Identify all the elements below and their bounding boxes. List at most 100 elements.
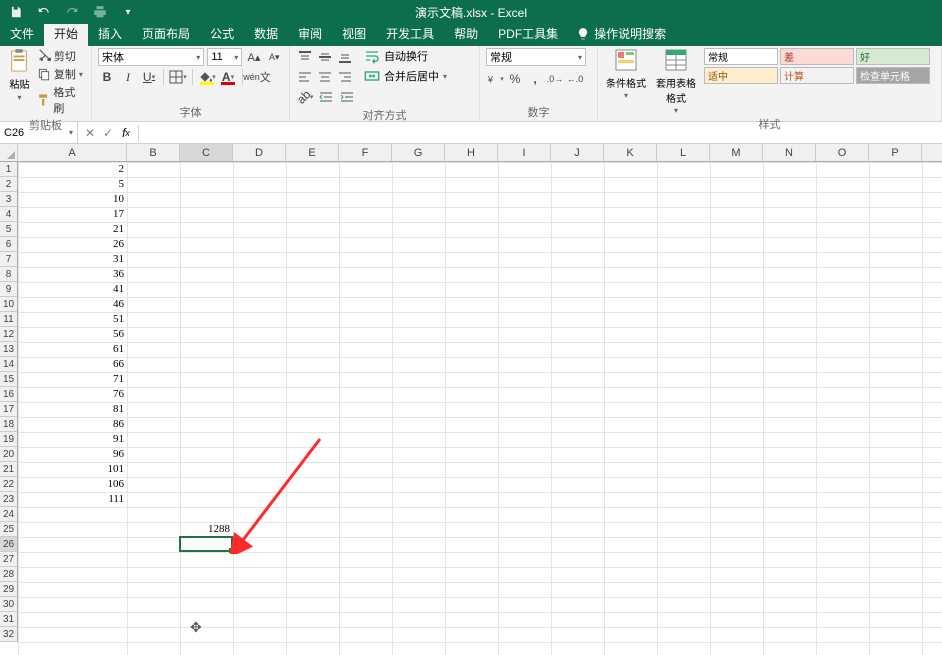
tab-formulas[interactable]: 公式 xyxy=(200,21,244,46)
align-top-button[interactable] xyxy=(296,48,314,66)
row-header-10[interactable]: 10 xyxy=(0,297,17,312)
col-header-B[interactable]: B xyxy=(127,144,180,161)
align-left-button[interactable] xyxy=(296,68,314,86)
merge-center-button[interactable]: 合并后居中▾ xyxy=(364,68,447,84)
row-header-15[interactable]: 15 xyxy=(0,372,17,387)
style-normal[interactable]: 常规 xyxy=(704,48,778,65)
row-header-7[interactable]: 7 xyxy=(0,252,17,267)
row-header-18[interactable]: 18 xyxy=(0,417,17,432)
row-header-20[interactable]: 20 xyxy=(0,447,17,462)
increase-decimal-button[interactable]: .0→ xyxy=(546,70,564,88)
tab-pdf[interactable]: PDF工具集 xyxy=(488,21,568,46)
tab-dev[interactable]: 开发工具 xyxy=(376,21,444,46)
cell-A5[interactable]: 21 xyxy=(18,222,127,237)
row-header-31[interactable]: 31 xyxy=(0,612,17,627)
tab-help[interactable]: 帮助 xyxy=(444,21,488,46)
orientation-button[interactable]: ab▾ xyxy=(296,88,314,106)
align-right-button[interactable] xyxy=(336,68,354,86)
style-check[interactable]: 检查单元格 xyxy=(856,67,930,84)
conditional-format-button[interactable]: 条件格式▾ xyxy=(604,48,648,100)
row-header-11[interactable]: 11 xyxy=(0,312,17,327)
cells-area[interactable]: 2510172126313641465156616671768186919610… xyxy=(18,162,942,655)
undo-button[interactable] xyxy=(34,2,54,22)
row-header-3[interactable]: 3 xyxy=(0,192,17,207)
cell-A4[interactable]: 17 xyxy=(18,207,127,222)
style-good[interactable]: 好 xyxy=(856,48,930,65)
cell-A3[interactable]: 10 xyxy=(18,192,127,207)
row-header-2[interactable]: 2 xyxy=(0,177,17,192)
row-header-4[interactable]: 4 xyxy=(0,207,17,222)
select-all-corner[interactable] xyxy=(0,144,18,162)
col-header-P[interactable]: P xyxy=(869,144,922,161)
align-center-button[interactable] xyxy=(316,68,334,86)
row-header-9[interactable]: 9 xyxy=(0,282,17,297)
row-header-26[interactable]: 26 xyxy=(0,537,17,552)
row-header-17[interactable]: 17 xyxy=(0,402,17,417)
currency-button[interactable]: ¥▾ xyxy=(486,70,504,88)
cell-A7[interactable]: 31 xyxy=(18,252,127,267)
row-header-23[interactable]: 23 xyxy=(0,492,17,507)
enter-formula-button[interactable]: ✓ xyxy=(100,125,116,141)
style-bad[interactable]: 差 xyxy=(780,48,854,65)
cell-A9[interactable]: 41 xyxy=(18,282,127,297)
col-header-N[interactable]: N xyxy=(763,144,816,161)
copy-button[interactable]: 复制▾ xyxy=(37,66,85,82)
cell-A20[interactable]: 96 xyxy=(18,447,127,462)
row-header-32[interactable]: 32 xyxy=(0,627,17,642)
cell-A23[interactable]: 111 xyxy=(18,492,127,507)
spreadsheet-grid[interactable]: ABCDEFGHIJKLMNOP 12345678910111213141516… xyxy=(0,144,942,655)
col-header-K[interactable]: K xyxy=(604,144,657,161)
cell-A22[interactable]: 106 xyxy=(18,477,127,492)
cell-A21[interactable]: 101 xyxy=(18,462,127,477)
print-preview-button[interactable] xyxy=(90,2,110,22)
save-button[interactable] xyxy=(6,2,26,22)
row-header-8[interactable]: 8 xyxy=(0,267,17,282)
font-color-button[interactable]: A▾ xyxy=(219,68,237,86)
cell-A18[interactable]: 86 xyxy=(18,417,127,432)
align-bottom-button[interactable] xyxy=(336,48,354,66)
phonetic-button[interactable]: wén文 xyxy=(248,68,266,86)
format-as-table-button[interactable]: 套用表格格式▾ xyxy=(654,48,698,115)
cell-A15[interactable]: 71 xyxy=(18,372,127,387)
cut-button[interactable]: 剪切 xyxy=(37,48,85,64)
tab-data[interactable]: 数据 xyxy=(244,21,288,46)
tab-review[interactable]: 审阅 xyxy=(288,21,332,46)
redo-button[interactable] xyxy=(62,2,82,22)
tell-me-search[interactable]: 操作说明搜索 xyxy=(568,21,674,46)
col-header-F[interactable]: F xyxy=(339,144,392,161)
row-header-22[interactable]: 22 xyxy=(0,477,17,492)
align-middle-button[interactable] xyxy=(316,48,334,66)
row-header-30[interactable]: 30 xyxy=(0,597,17,612)
row-header-1[interactable]: 1 xyxy=(0,162,17,177)
col-header-H[interactable]: H xyxy=(445,144,498,161)
decrease-font-button[interactable]: A▾ xyxy=(266,48,283,66)
col-header-M[interactable]: M xyxy=(710,144,763,161)
cell-A2[interactable]: 5 xyxy=(18,177,127,192)
cell-A19[interactable]: 91 xyxy=(18,432,127,447)
format-painter-button[interactable]: 格式刷 xyxy=(37,84,85,116)
col-header-J[interactable]: J xyxy=(551,144,604,161)
row-header-13[interactable]: 13 xyxy=(0,342,17,357)
fx-button[interactable]: fx xyxy=(118,125,134,141)
cell-A8[interactable]: 36 xyxy=(18,267,127,282)
row-header-24[interactable]: 24 xyxy=(0,507,17,522)
cell-A12[interactable]: 56 xyxy=(18,327,127,342)
cell-A14[interactable]: 66 xyxy=(18,357,127,372)
decrease-indent-button[interactable] xyxy=(317,88,335,106)
col-header-G[interactable]: G xyxy=(392,144,445,161)
paste-button[interactable]: 粘贴 ▾ xyxy=(6,48,33,116)
increase-font-button[interactable]: A▴ xyxy=(245,48,262,66)
row-header-21[interactable]: 21 xyxy=(0,462,17,477)
percent-button[interactable]: % xyxy=(506,70,524,88)
underline-button[interactable]: U▾ xyxy=(140,68,158,86)
row-header-19[interactable]: 19 xyxy=(0,432,17,447)
row-header-27[interactable]: 27 xyxy=(0,552,17,567)
cell-A16[interactable]: 76 xyxy=(18,387,127,402)
col-header-E[interactable]: E xyxy=(286,144,339,161)
increase-indent-button[interactable] xyxy=(338,88,356,106)
style-calc[interactable]: 计算 xyxy=(780,67,854,84)
italic-button[interactable]: I xyxy=(119,68,137,86)
tab-home[interactable]: 开始 xyxy=(44,21,88,46)
row-header-12[interactable]: 12 xyxy=(0,327,17,342)
tab-view[interactable]: 视图 xyxy=(332,21,376,46)
